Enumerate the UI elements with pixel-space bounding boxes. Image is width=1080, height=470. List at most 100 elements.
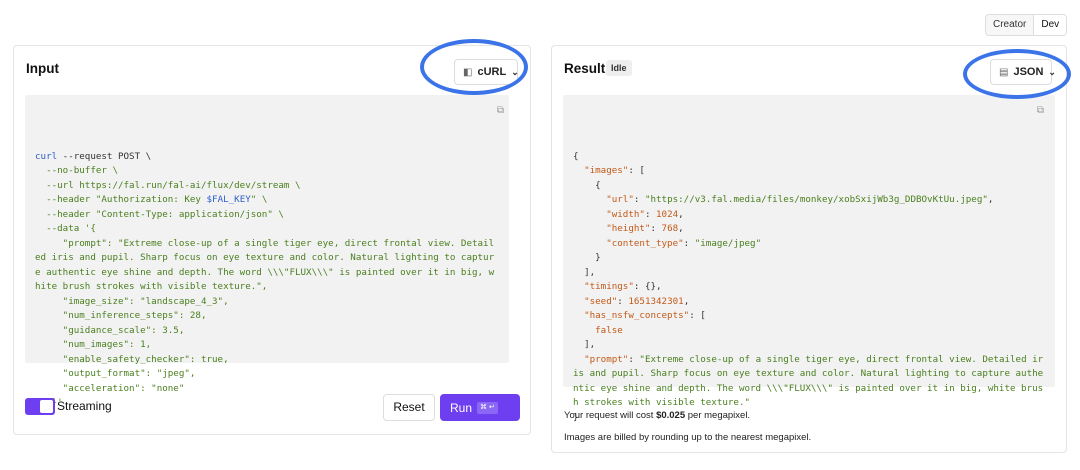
code-token: 768 [661, 223, 679, 234]
code-token: "url" [606, 194, 634, 205]
code-token: : [650, 223, 662, 234]
code-token: --header "Content-Type: application/json… [35, 208, 284, 220]
code-line: { [573, 150, 1045, 165]
code-token: "timings" [584, 281, 634, 292]
dev-mode-button[interactable]: Dev [1033, 15, 1067, 35]
input-title: Input [26, 61, 59, 76]
streaming-toggle[interactable] [25, 398, 55, 415]
code-token: "prompt" [584, 353, 629, 365]
code-token: --data '{ [35, 223, 96, 234]
run-button[interactable]: Run ⌘ ↵ [440, 394, 520, 421]
input-panel: Input ◧ cURL ⌄ ⧉ curl --request POST \ -… [13, 45, 531, 435]
code-line: "prompt": "Extreme close-up of a single … [35, 237, 499, 295]
run-shortcut: ⌘ ↵ [477, 401, 498, 414]
code-token: --url https://fal.run/fal-ai/flux/dev/st… [35, 179, 301, 191]
code-token: : [683, 237, 695, 249]
code-line: "images": [ [573, 164, 1045, 179]
curl-code-block[interactable]: ⧉ curl --request POST \ --no-buffer \ --… [25, 95, 509, 408]
mode-toggle: Creator Dev [985, 14, 1068, 36]
code-line: --no-buffer \ [35, 164, 499, 179]
code-line: false [573, 324, 1045, 339]
code-token: 1024 [656, 208, 679, 220]
code-line: --url https://fal.run/fal-ai/flux/dev/st… [35, 179, 499, 194]
reset-button[interactable]: Reset [383, 394, 435, 421]
json-format-dropdown[interactable]: ▤ JSON ⌄ [990, 59, 1056, 85]
code-line: "width": 1024, [573, 208, 1045, 223]
status-badge: Idle [606, 60, 632, 76]
code-token: false [595, 324, 623, 336]
code-token: "Extreme close-up of a single tiger eye,… [573, 353, 1044, 409]
toggle-knob [40, 400, 53, 413]
json-code-lines: { "images": [ { "url": "https://v3.fal.m… [573, 150, 1045, 426]
code-token: "enable_safety_checker": true, [35, 353, 229, 365]
curl-format-label: cURL [477, 66, 507, 78]
code-line: "enable_safety_checker": true, [35, 353, 499, 368]
code-token: " \ [250, 194, 268, 205]
code-token: "images" [584, 165, 629, 176]
chevron-down-icon: ⌄ [511, 66, 519, 77]
copy-icon[interactable]: ⧉ [497, 104, 504, 119]
code-line: "timings": {}, [573, 280, 1045, 295]
code-token: ], [573, 339, 596, 350]
code-token: "num_inference_steps": 28, [35, 310, 207, 321]
code-token: : [633, 194, 645, 205]
code-line: ], [573, 266, 1045, 281]
code-line: } [573, 251, 1045, 266]
code-line: "url": "https://v3.fal.media/files/monke… [573, 193, 1045, 208]
code-token: --request POST \ [57, 150, 152, 162]
code-token: : [644, 208, 657, 220]
code-token: "height" [606, 223, 651, 234]
code-token: : [ [689, 310, 706, 321]
code-token: : {}, [633, 281, 662, 292]
result-title: Result [564, 61, 606, 76]
code-token: , [678, 208, 684, 220]
cost-value: $0.025 [656, 410, 686, 421]
code-token: ], [573, 266, 596, 278]
code-line: "content_type": "image/jpeg" [573, 237, 1045, 252]
code-token: , [987, 194, 994, 205]
code-line: --header "Authorization: Key $FAL_KEY" \ [35, 193, 499, 208]
code-line: "image_size": "landscape_4_3", [35, 295, 499, 310]
code-line: --header "Content-Type: application/json… [35, 208, 499, 223]
code-token: 1651342301 [628, 295, 684, 307]
code-token: "image/jpeg" [694, 237, 762, 249]
code-token: $FAL_KEY [206, 194, 251, 205]
code-token: --no-buffer \ [35, 165, 118, 176]
code-line: curl --request POST \ [35, 150, 499, 165]
json-format-label: JSON [1013, 66, 1044, 78]
code-token: "guidance_scale": 3.5, [35, 324, 185, 336]
code-line: "height": 768, [573, 222, 1045, 237]
code-token: : [628, 353, 640, 365]
file-code-icon: ▤ [999, 66, 1009, 78]
code-token: "width" [606, 208, 645, 220]
code-token: , [683, 295, 690, 307]
code-token: "output_format": "jpeg", [35, 368, 196, 379]
code-line: "prompt": "Extreme close-up of a single … [573, 353, 1045, 411]
code-token: "image_size": "landscape_4_3", [35, 295, 229, 307]
code-line: "seed": 1651342301, [573, 295, 1045, 310]
curl-format-dropdown[interactable]: ◧ cURL ⌄ [454, 59, 519, 85]
json-result-block[interactable]: ⧉ { "images": [ { "url": "https://v3.fal… [563, 95, 1055, 423]
code-token: "seed" [584, 295, 618, 307]
curl-code-lines: curl --request POST \ --no-buffer \ --ur… [35, 150, 499, 411]
cost-suffix: per megapixel. [685, 410, 751, 421]
copy-icon[interactable]: ⧉ [1037, 104, 1044, 119]
code-token: "content_type" [606, 237, 684, 249]
code-token: curl [35, 150, 58, 162]
code-line: "num_inference_steps": 28, [35, 309, 499, 324]
code-token: , [678, 223, 684, 234]
code-line: ], [573, 338, 1045, 353]
cost-prefix: Your request will cost [564, 410, 657, 421]
code-line: "guidance_scale": 3.5, [35, 324, 499, 339]
creator-mode-button[interactable]: Creator [986, 15, 1033, 35]
code-line: { [573, 179, 1045, 194]
